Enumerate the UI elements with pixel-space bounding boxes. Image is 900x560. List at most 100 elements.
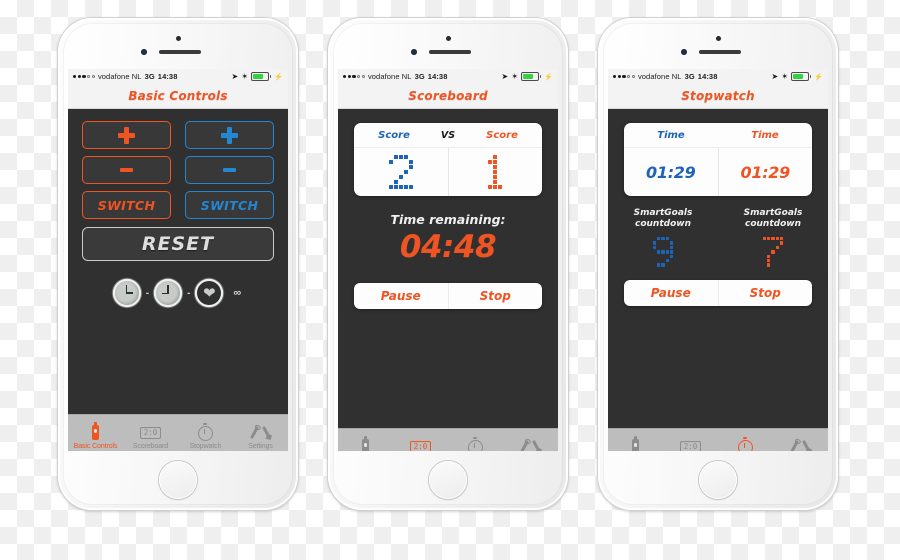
page-title: Basic Controls bbox=[128, 89, 228, 103]
network-type-label: 3G bbox=[144, 72, 155, 81]
reset-button[interactable]: RESET bbox=[82, 227, 274, 261]
stopwatch-icon bbox=[468, 436, 483, 451]
switch-button-right[interactable]: SWITCH bbox=[185, 191, 274, 219]
stop-button[interactable]: Stop bbox=[447, 283, 543, 309]
status-bar-left: vodafone NL 3G 14:38 bbox=[73, 72, 177, 81]
phone1-screen: vodafone NL 3G 14:38 ➤ ✶ ⚡ Basic Control… bbox=[68, 69, 288, 451]
clock-icon[interactable] bbox=[156, 281, 181, 305]
plus-button-left[interactable] bbox=[82, 121, 171, 149]
home-button[interactable] bbox=[159, 461, 197, 499]
lightning-bolt-icon: ⚡ bbox=[814, 73, 823, 81]
clock-icon[interactable] bbox=[114, 281, 139, 305]
countdown-label-right-line2: countdown bbox=[745, 219, 801, 229]
playback-controls: Pause Stop bbox=[354, 283, 542, 309]
carrier-label: vodafone NL bbox=[367, 72, 412, 81]
bottle-icon bbox=[362, 436, 369, 451]
tab-label: Settings bbox=[248, 443, 273, 450]
home-button[interactable] bbox=[429, 461, 467, 499]
tab-scoreboard[interactable]: 2:0 Scoreboard bbox=[123, 424, 178, 451]
nav-bar: Stopwatch bbox=[608, 84, 828, 109]
front-camera-icon bbox=[445, 36, 451, 41]
playback-controls: Pause Stop bbox=[624, 279, 813, 306]
status-bar: vodafone NL 3G 14:38 ➤ ✶ ⚡ bbox=[68, 69, 288, 84]
status-bar-right: ➤ ✶ ⚡ bbox=[501, 71, 553, 82]
bluetooth-icon: ✶ bbox=[241, 72, 249, 81]
switch-button-left[interactable]: SWITCH bbox=[82, 191, 171, 219]
pause-button[interactable]: Pause bbox=[354, 283, 448, 309]
carrier-label: vodafone NL bbox=[637, 72, 682, 81]
pause-button[interactable]: Pause bbox=[624, 280, 718, 306]
tab-bar: Basic Controls 2:0 Scoreboard Stopwatch … bbox=[68, 414, 288, 451]
tab-stopwatch[interactable]: Stopwatch bbox=[718, 436, 773, 451]
tab-stopwatch[interactable]: Stopwatch bbox=[448, 436, 503, 451]
status-bar: vodafone NL 3G 14:38 ➤ ✶ ⚡ bbox=[338, 69, 558, 84]
tab-settings[interactable]: Settings bbox=[503, 438, 558, 451]
switch-label-right: SWITCH bbox=[200, 197, 259, 213]
front-camera-icon bbox=[715, 36, 721, 41]
stop-button[interactable]: Stop bbox=[717, 279, 813, 306]
tab-basic-controls[interactable]: Basic Controls bbox=[608, 436, 663, 451]
status-bar-clock: 14:38 bbox=[157, 72, 178, 81]
earpiece-speaker bbox=[429, 50, 471, 54]
signal-strength-icon bbox=[343, 74, 365, 79]
dot-matrix-digit bbox=[652, 237, 674, 267]
tab-basic-controls[interactable]: Basic Controls bbox=[338, 436, 393, 451]
dot-matrix-digit bbox=[483, 155, 507, 189]
stopwatch-icon bbox=[198, 422, 213, 441]
score-value-left bbox=[354, 148, 448, 196]
phone2-screen: vodafone NL 3G 14:38 ➤ ✶ ⚡ Scoreboard Sc… bbox=[338, 69, 558, 451]
control-button-grid: SWITCH SWITCH bbox=[68, 109, 288, 219]
countdown-label-left-line1: SmartGoals bbox=[633, 208, 693, 218]
tab-settings[interactable]: Settings bbox=[233, 424, 288, 451]
plus-button-right[interactable] bbox=[185, 121, 274, 149]
home-button[interactable] bbox=[699, 461, 737, 499]
location-arrow-icon: ➤ bbox=[771, 72, 779, 81]
countdown-label-right-line1: SmartGoals bbox=[743, 208, 803, 218]
phone-mockup-basic-controls: vodafone NL 3G 14:38 ➤ ✶ ⚡ Basic Control… bbox=[58, 18, 298, 510]
proximity-sensor-icon bbox=[141, 49, 147, 55]
tab-stopwatch[interactable]: Stopwatch bbox=[178, 422, 233, 451]
status-bar-left: vodafone NL 3G 14:38 bbox=[613, 72, 717, 81]
tab-scoreboard[interactable]: 2:0 Scoreboard bbox=[663, 438, 718, 451]
location-arrow-icon: ➤ bbox=[231, 72, 239, 81]
plus-icon bbox=[118, 126, 135, 144]
tab-label: Scoreboard bbox=[132, 443, 169, 450]
phone-mockup-stopwatch: vodafone NL 3G 14:38 ➤ ✶ ⚡ Stopwatch Tim… bbox=[598, 18, 838, 510]
nav-bar: Basic Controls bbox=[68, 84, 288, 109]
location-arrow-icon: ➤ bbox=[501, 72, 509, 81]
separator-dash: - bbox=[145, 287, 150, 299]
dot-matrix-digit bbox=[388, 155, 413, 189]
time-remaining-label: Time remaining: bbox=[390, 212, 506, 227]
plus-icon bbox=[221, 126, 238, 144]
tab-label: Stopwatch bbox=[189, 443, 222, 450]
smartgoals-countdown-left: SmartGoals countdown bbox=[608, 208, 718, 267]
heart-icon[interactable]: ❤ bbox=[197, 281, 222, 305]
countdown-digit-right-wrap bbox=[718, 237, 828, 267]
phone3-screen: vodafone NL 3G 14:38 ➤ ✶ ⚡ Stopwatch Tim… bbox=[608, 69, 828, 451]
minus-button-right[interactable] bbox=[185, 156, 274, 184]
reset-label: RESET bbox=[141, 233, 215, 255]
tools-icon bbox=[790, 438, 811, 451]
status-bar-clock: 14:38 bbox=[697, 72, 718, 81]
status-bar-right: ➤ ✶ ⚡ bbox=[231, 71, 283, 82]
screenshot-stage: vodafone NL 3G 14:38 ➤ ✶ ⚡ Basic Control… bbox=[0, 0, 900, 560]
bluetooth-icon: ✶ bbox=[781, 72, 789, 81]
lightning-bolt-icon: ⚡ bbox=[274, 73, 283, 81]
score-value-right bbox=[447, 148, 543, 196]
phone1-content: SWITCH SWITCH RESET - - ❤ ∞ bbox=[68, 109, 288, 414]
bottle-icon bbox=[632, 436, 639, 451]
signal-strength-icon bbox=[613, 74, 635, 79]
countdown-label-left-line2: countdown bbox=[635, 219, 691, 229]
phone3-content: Time Time 01:29 01:29 SmartGoals countdo… bbox=[608, 123, 828, 428]
countdown-digit-left-wrap bbox=[608, 237, 718, 267]
tab-settings[interactable]: Settings bbox=[773, 438, 828, 451]
scoreboard-icon: 2:0 bbox=[409, 438, 432, 451]
proximity-sensor-icon bbox=[411, 49, 417, 55]
status-bar-right: ➤ ✶ ⚡ bbox=[771, 71, 823, 82]
stopwatch-card-body: 01:29 01:29 bbox=[624, 147, 812, 196]
network-type-label: 3G bbox=[414, 72, 425, 81]
tab-scoreboard[interactable]: 2:0 Scoreboard bbox=[393, 438, 448, 451]
tab-basic-controls[interactable]: Basic Controls bbox=[68, 422, 123, 451]
scoreboard-card-body bbox=[354, 147, 542, 196]
minus-button-left[interactable] bbox=[82, 156, 171, 184]
